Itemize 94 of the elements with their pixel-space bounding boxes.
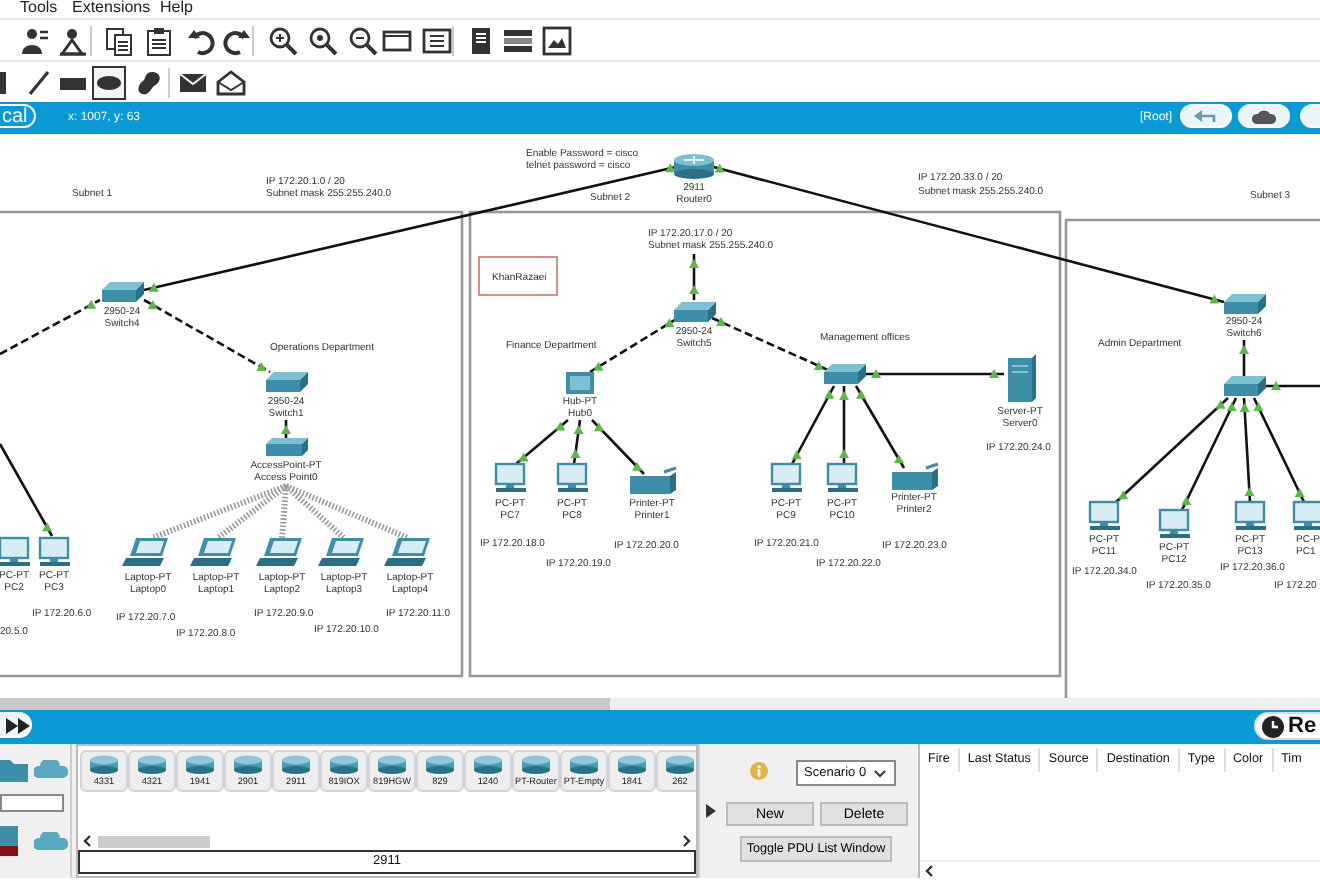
pc-icon [38,536,70,566]
router-icon [568,754,600,776]
menu-item[interactable]: Help [160,0,193,18]
router-icon [424,754,456,776]
scroll-left-icon[interactable] [82,834,94,848]
realtime-button[interactable]: Re [1254,712,1320,740]
horizontal-scrollbar[interactable] [78,834,696,848]
router-icon [328,754,360,776]
dashed-connection-line [0,298,101,356]
connection-line [1239,340,1249,376]
line-tool-icon[interactable] [24,68,54,98]
fast-forward-button[interactable] [0,712,32,738]
open-envelope-tool-icon[interactable] [216,68,246,98]
connection-line [790,385,836,465]
router-icon [232,754,264,776]
pc-icon [1158,508,1190,538]
laptop-icon [122,538,168,566]
router-icon [280,754,312,776]
folder-icon[interactable] [0,758,28,782]
switch-icon [1224,376,1266,396]
switch-icon [266,372,308,392]
device-icon[interactable] [0,826,18,856]
switch-icon [1224,294,1266,314]
cloud-button[interactable] [1238,104,1290,128]
laptop-icon [318,538,364,566]
scroll-left-icon[interactable] [924,863,936,877]
printer-icon [630,466,677,494]
router-icon [136,754,168,776]
pc-icon [826,462,858,492]
zoom-in-icon[interactable] [268,26,298,56]
laptop-icon [190,538,236,566]
pc-icon [1292,500,1320,530]
connection-line [839,386,849,464]
search-field[interactable] [0,794,64,812]
laptop-icon [256,538,302,566]
connection-line [591,419,645,475]
scrollbar-thumb[interactable] [0,698,610,710]
list-icon[interactable] [422,26,452,56]
document-icon[interactable] [466,26,496,56]
router-icon [664,754,696,776]
copy-icon[interactable] [104,26,134,56]
zoom-out-icon[interactable] [348,26,378,56]
expand-icon[interactable] [705,804,715,818]
window-icon[interactable] [382,26,412,56]
picture-icon[interactable] [542,26,572,56]
pc-icon [770,462,802,492]
freeform-tool-icon[interactable] [134,68,164,98]
undo-icon[interactable] [186,26,216,56]
cloud-icon [1252,107,1276,125]
scroll-right-icon[interactable] [680,834,692,848]
router-icon [376,754,408,776]
horizontal-scrollbar[interactable] [0,698,1320,710]
router-icon [674,154,714,179]
info-icon [750,762,768,780]
router-icon [520,754,552,776]
router-icon [616,754,648,776]
fast-forward-icon [6,717,30,733]
laptop-icon [384,538,430,566]
access-point-icon [266,438,308,456]
connection-line [689,254,699,300]
envelope-tool-icon[interactable] [178,68,208,98]
dashed-connection-line [143,298,271,374]
pc-icon [494,462,526,492]
router-icon [184,754,216,776]
ellipse-tool-icon[interactable] [94,68,124,98]
back-arrow-icon [1194,108,1218,124]
person-icon[interactable] [20,26,50,56]
server-icon [1008,354,1036,402]
connection-line [866,369,1004,378]
router-icon [88,754,120,776]
redo-icon[interactable] [222,26,252,56]
connection-line [0,443,54,537]
connection-line [1266,381,1320,390]
switch-icon [102,282,144,302]
connection-line [854,385,906,469]
switch-icon [674,302,716,322]
menu-item[interactable]: Extensions [72,0,151,18]
pc-icon [1234,500,1266,530]
router-icon [472,754,504,776]
horizontal-scrollbar[interactable] [920,860,1320,878]
pc-icon [556,462,588,492]
zoom-reset-icon[interactable] [308,26,338,56]
switch-icon [824,364,866,384]
clock-icon [1262,715,1284,737]
hub-icon [566,372,594,394]
chevron-down-icon [874,769,887,777]
pc-icon [1088,500,1120,530]
stack-icon[interactable] [502,26,532,56]
paste-icon[interactable] [144,26,174,56]
person-icon[interactable] [58,26,88,56]
printer-icon [892,462,939,490]
pc-icon [0,536,30,566]
back-button[interactable] [1180,104,1232,128]
menu-item[interactable]: Tools [20,0,58,18]
